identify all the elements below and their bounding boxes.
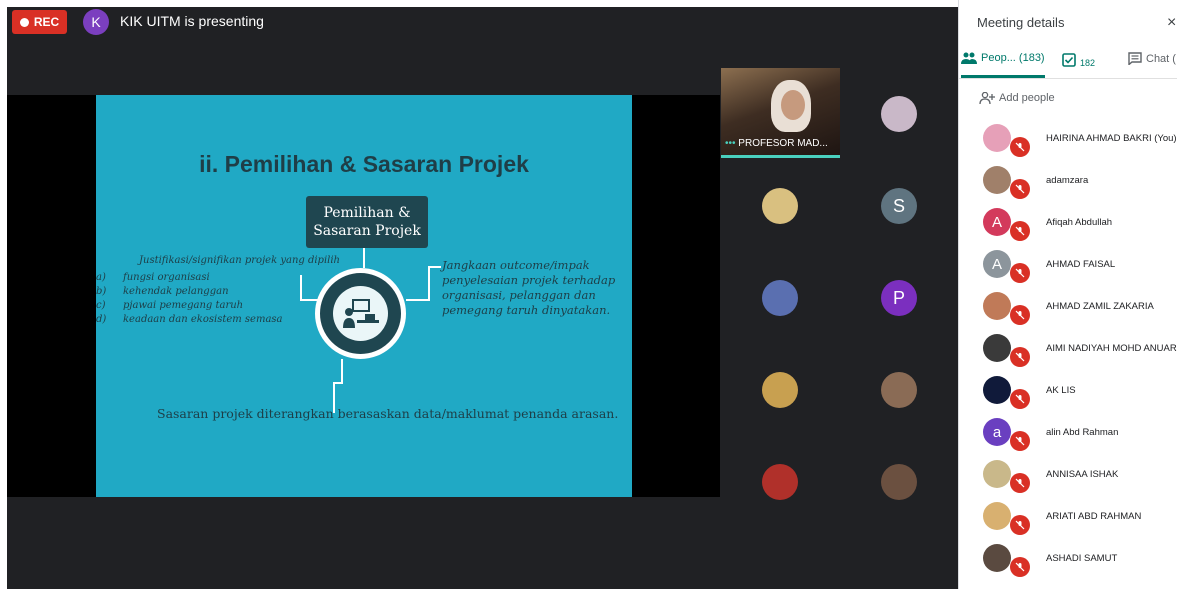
presentation-area[interactable]: ii. Pemilihan & Sasaran Projek Pemilihan… <box>7 95 720 497</box>
participant-grid: ••• PROFESOR MAD... S P <box>721 68 958 526</box>
participant-tile-avatar[interactable] <box>762 464 798 500</box>
recording-badge: REC <box>12 10 67 34</box>
box-line-1: Pemilihan & <box>323 205 411 221</box>
list-item[interactable]: ARIATI ABD RAHMAN <box>959 496 1177 538</box>
participant-tile-avatar[interactable] <box>881 372 917 408</box>
slide: ii. Pemilihan & Sasaran Projek Pemilihan… <box>96 95 632 497</box>
self-video-tile[interactable]: ••• PROFESOR MAD... <box>721 68 840 158</box>
participant-name: ASHADI SAMUT <box>1046 553 1118 564</box>
avatar <box>983 376 1011 404</box>
mic-off-icon <box>1010 179 1030 199</box>
avatar <box>983 166 1011 194</box>
avatar <box>983 334 1011 362</box>
mic-off-icon <box>1010 263 1030 283</box>
left-list-item: c) pjawai pemegang taruh <box>96 300 244 311</box>
avatar <box>983 502 1011 530</box>
mic-off-icon <box>1010 431 1030 451</box>
slide-center-box: Pemilihan & Sasaran Projek <box>306 196 428 248</box>
bottom-text: Sasaran projek diterangkan berasaskan da… <box>157 406 619 421</box>
participant-tile-avatar[interactable] <box>881 96 917 132</box>
record-dot-icon <box>19 17 29 27</box>
list-item[interactable]: ASHADI SAMUT <box>959 538 1177 580</box>
presenter-avatar: K <box>83 9 109 35</box>
panel-title: Meeting details <box>977 15 1065 30</box>
tab-chat[interactable]: Chat ( <box>1128 52 1176 65</box>
participant-name: adamzara <box>1046 175 1089 186</box>
panel-tabs: Peop... (183) 182 Chat ( <box>959 44 1177 79</box>
mic-off-icon <box>1010 557 1030 577</box>
left-list-item: a) fungsi organisasi <box>96 272 210 283</box>
presenting-status: KIK UITM is presenting <box>120 13 264 29</box>
self-tile-label: ••• PROFESOR MAD... <box>725 138 828 149</box>
avatar: a <box>983 418 1011 446</box>
participant-name: AIMI NADIYAH MOHD ANUAR <box>1046 343 1177 354</box>
self-face <box>781 90 805 120</box>
slide-title: ii. Pemilihan & Sasaran Projek <box>199 151 529 177</box>
list-item[interactable]: A Afiqah Abdullah <box>959 202 1177 244</box>
list-item[interactable]: a alin Abd Rahman <box>959 412 1177 454</box>
meeting-stage: REC K KIK UITM is presenting ii. Pemilih… <box>7 7 958 589</box>
participant-name: AHMAD ZAMIL ZAKARIA <box>1046 301 1154 312</box>
list-item[interactable]: AIMI NADIYAH MOHD ANUAR <box>959 328 1177 370</box>
left-heading: Justifikasi/signifikan projek yang dipil… <box>139 255 340 266</box>
left-list: a) fungsi organisasi b) kehendak pelanggan… <box>96 271 283 327</box>
list-item[interactable]: A AHMAD FAISAL <box>959 244 1177 286</box>
mic-off-icon <box>1010 221 1030 241</box>
avatar: A <box>983 208 1011 236</box>
participant-name: ARIATI ABD RAHMAN <box>1046 511 1142 522</box>
chat-icon <box>1128 52 1142 65</box>
list-item[interactable]: adamzara <box>959 160 1177 202</box>
close-icon[interactable]: × <box>1167 14 1176 32</box>
mic-off-icon <box>1010 473 1030 493</box>
participant-name: ANNISAA ISHAK <box>1046 469 1119 480</box>
avatar <box>983 460 1011 488</box>
list-item[interactable]: HAIRINA AHMAD BAKRI (You) <box>959 118 1177 160</box>
avatar: A <box>983 250 1011 278</box>
participant-name: AHMAD FAISAL <box>1046 259 1116 270</box>
mic-off-icon <box>1010 515 1030 535</box>
tab-active-indicator <box>961 75 1045 78</box>
list-item[interactable]: ANNISAA ISHAK <box>959 454 1177 496</box>
participant-tile-avatar[interactable] <box>762 372 798 408</box>
left-list-item: d) keadaan dan ekosistem semasa <box>96 314 283 325</box>
people-icon <box>961 52 977 64</box>
left-list-item: b) kehendak pelanggan <box>96 286 229 297</box>
slide-circle <box>315 268 406 359</box>
avatar <box>983 292 1011 320</box>
avatar <box>983 544 1011 572</box>
mic-off-icon <box>1010 347 1030 367</box>
checkbox-icon <box>1062 53 1076 67</box>
participant-tile-avatar[interactable] <box>762 280 798 316</box>
tab-attendance[interactable]: 182 <box>1062 52 1095 68</box>
list-item[interactable]: AHMAD ZAMIL ZAKARIA <box>959 286 1177 328</box>
add-people-button[interactable]: Add people <box>979 92 1055 104</box>
add-person-icon <box>979 92 995 104</box>
right-text: Jangkaan outcome/impak penyelesaian proj… <box>442 258 616 317</box>
participant-tile-avatar[interactable]: S <box>881 188 917 224</box>
participant-tile-avatar[interactable]: P <box>881 280 917 316</box>
participant-tile-avatar[interactable] <box>881 464 917 500</box>
box-line-2: Sasaran Projek <box>313 223 421 239</box>
meeting-people-icon <box>333 286 388 341</box>
participant-tile-avatar[interactable] <box>762 188 798 224</box>
participant-name: AK LIS <box>1046 385 1076 396</box>
participant-name: alin Abd Rahman <box>1046 427 1119 438</box>
participant-name: HAIRINA AHMAD BAKRI (You) <box>1046 133 1177 144</box>
avatar <box>983 124 1011 152</box>
mic-off-icon <box>1010 137 1030 157</box>
rec-label: REC <box>33 15 60 29</box>
mic-off-icon <box>1010 305 1030 325</box>
meeting-details-panel: Meeting details × Peop... (183) 182 Chat… <box>958 0 1177 589</box>
list-item[interactable]: AK LIS <box>959 370 1177 412</box>
mic-off-icon <box>1010 389 1030 409</box>
tab-people[interactable]: Peop... (183) <box>961 52 1045 64</box>
participant-name: Afiqah Abdullah <box>1046 217 1113 228</box>
